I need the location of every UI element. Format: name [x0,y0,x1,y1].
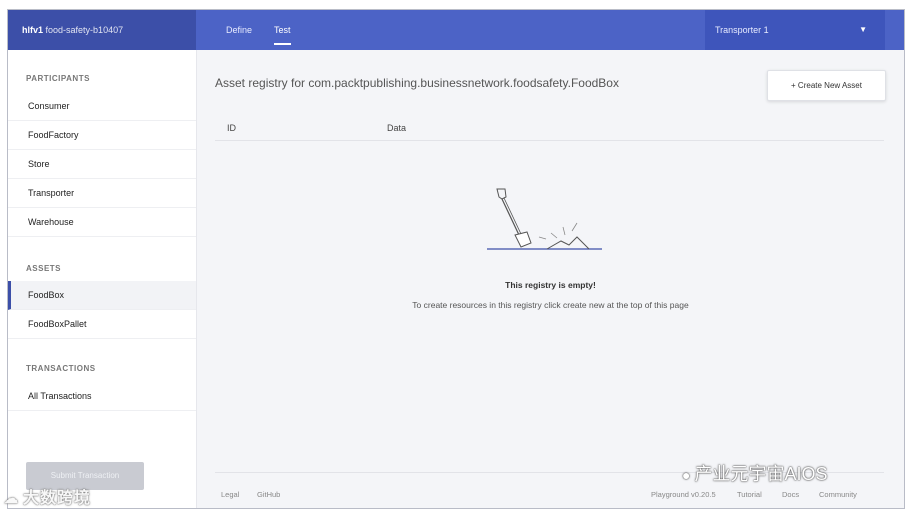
empty-state-title: This registry is empty! [505,280,596,290]
sidebar-item-foodboxpallet[interactable]: FoodBoxPallet [8,310,196,339]
brand-connection: hlfv1 [22,25,44,35]
page-title: Asset registry for com.packtpublishing.b… [215,76,619,90]
playground-window: hlfv1 food-safety-b10407 Define Test Tra… [7,9,905,509]
column-header-id: ID [227,123,236,133]
network-brand: hlfv1 food-safety-b10407 [8,10,196,50]
sidebar-item-foodbox[interactable]: FoodBox [8,281,196,310]
wechat-icon: ● [682,467,691,483]
sidebar-item-transporter[interactable]: Transporter [8,179,196,208]
tab-test[interactable]: Test [274,10,291,50]
footer-legal-link[interactable]: Legal [221,490,239,499]
participants-heading: PARTICIPANTS [26,74,90,83]
sidebar: PARTICIPANTS Consumer FoodFactory Store … [8,50,197,508]
table-header: ID Data [215,116,884,141]
tab-define[interactable]: Define [226,10,252,50]
transactions-heading: TRANSACTIONS [26,364,96,373]
sidebar-item-foodfactory[interactable]: FoodFactory [8,121,196,150]
assets-heading: ASSETS [26,264,62,273]
watermark-right: ● 产业元宇宙AIOS [682,460,827,486]
column-header-data: Data [387,123,407,133]
identity-dropdown[interactable]: Transporter 1 ▼ [705,10,885,50]
empty-registry-shovel-icon [487,188,602,250]
cloud-logo-icon: ☁ [4,490,19,506]
sidebar-item-consumer[interactable]: Consumer [8,92,196,121]
main-panel: Asset registry for com.packtpublishing.b… [197,50,904,508]
footer-tutorial-link[interactable]: Tutorial [737,490,762,499]
footer-docs-link[interactable]: Docs [782,490,799,499]
chevron-down-icon[interactable]: ▼ [859,10,867,50]
identity-label: Transporter 1 [715,25,769,35]
create-new-asset-button[interactable]: + Create New Asset [767,70,886,101]
footer-community-link[interactable]: Community [819,490,857,499]
top-navbar: hlfv1 food-safety-b10407 Define Test Tra… [8,10,904,50]
sidebar-item-warehouse[interactable]: Warehouse [8,208,196,237]
watermark-left: ☁ 大数跨境 [4,484,91,508]
sidebar-item-all-transactions[interactable]: All Transactions [8,382,196,411]
footer-github-link[interactable]: GitHub [257,490,280,499]
footer-version: Playground v0.20.5 [651,490,716,499]
sidebar-item-store[interactable]: Store [8,150,196,179]
brand-network-name: food-safety-b10407 [45,25,124,35]
empty-state-message: To create resources in this registry cli… [412,300,689,310]
watermark-right-text: 产业元宇宙AIOS [694,464,828,484]
watermark-left-text: 大数跨境 [23,490,92,507]
